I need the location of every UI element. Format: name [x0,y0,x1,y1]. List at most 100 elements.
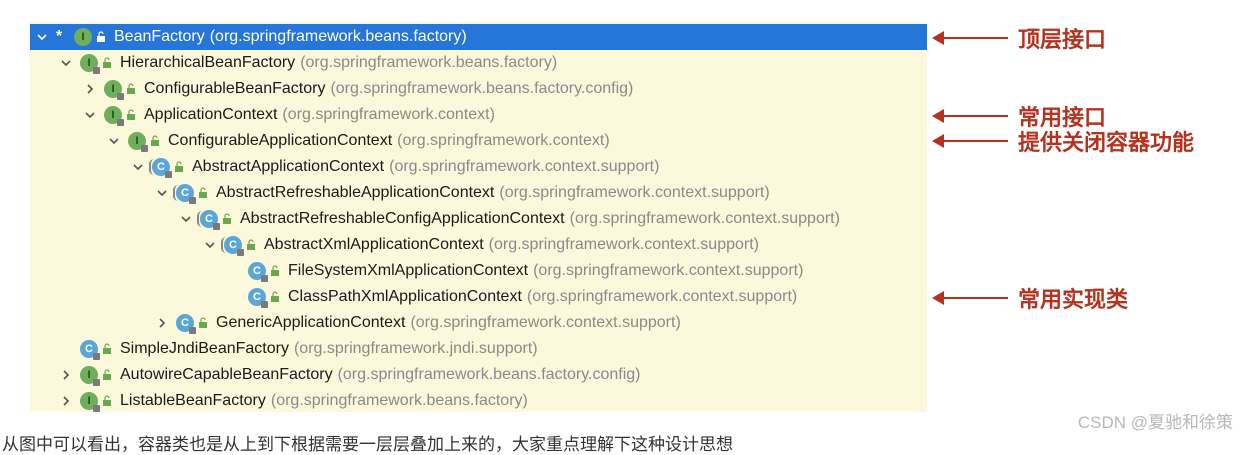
chevron-down-icon[interactable] [82,107,98,123]
arrow-left-icon [932,291,1008,305]
chevron-right-icon[interactable] [82,81,98,97]
tree-row-abstractrefreshableapplicationcontext[interactable]: C AbstractRefreshableApplicationContext … [30,180,927,206]
arrow-left-icon [932,31,1008,45]
tree-row-name: HierarchicalBeanFactory [120,54,296,71]
tree-row-name: ListableBeanFactory [120,392,266,409]
star-marker: * [56,28,63,45]
tree-row-package: (org.springframework.context.support) [488,236,759,253]
tree-row-package: (org.springframework.beans.factory.confi… [330,80,634,97]
tree-row-name: ClassPathXmlApplicationContext [288,288,522,305]
tree-row-package: (org.springframework.context) [282,106,495,123]
interface-icon: I [74,28,92,46]
arrow-left-icon [932,134,1008,148]
arrow-left-icon [932,109,1008,123]
public-visibility-icon [246,239,256,251]
public-visibility-icon [126,83,136,95]
tree-row-abstractxmlapplicationcontext[interactable]: C AbstractXmlApplicationContext (org.spr… [30,232,927,258]
chevron-down-icon[interactable] [58,55,74,71]
chevron-down-icon[interactable] [202,237,218,253]
tree-row-abstractrefreshableconfigapplicationcontext[interactable]: C AbstractRefreshableConfigApplicationCo… [30,206,927,232]
abstract-class-icon: C [221,236,244,256]
class-icon: C [248,262,268,282]
tree-row-name: ConfigurableBeanFactory [144,80,326,97]
chevron-down-icon[interactable] [178,211,194,227]
tree-row-hierarchicalbeanfactory[interactable]: I HierarchicalBeanFactory (org.springfra… [30,50,927,76]
annotation-common-impl: 常用实现类 [932,282,1129,314]
tree-row-name: AbstractApplicationContext [192,158,385,175]
public-visibility-icon [198,187,208,199]
tree-row-package: (org.springframework.context.support) [533,262,804,279]
public-visibility-icon [126,109,136,121]
tree-row-package: (org.springframework.context.support) [526,288,798,305]
watermark: CSDN @夏驰和徐策 [1077,413,1233,432]
annotation-close-feature: 提供关闭容器功能 [932,125,1195,157]
tree-row-package: (org.springframework.beans.factory) [300,54,558,71]
annotation-label: 常用实现类 [1018,287,1129,312]
tree-row-beanfactory[interactable]: * I BeanFactory (org.springframework.bea… [30,24,927,50]
class-icon: C [80,340,100,360]
public-visibility-icon [222,213,232,225]
chevron-right-icon[interactable] [154,315,170,331]
interface-icon: I [128,132,148,152]
public-visibility-icon [102,343,112,355]
public-visibility-icon [102,369,112,381]
tree-row-name: ConfigurableApplicationContext [168,132,393,149]
chevron-right-icon[interactable] [58,367,74,383]
tree-row-filesystemxmlapplicationcontext[interactable]: C FileSystemXmlApplicationContext (org.s… [30,258,927,284]
tree-row-package: (org.springframework.context.support) [569,210,840,227]
tree-row-name: AutowireCapableBeanFactory [120,366,333,383]
type-hierarchy-tree: * I BeanFactory (org.springframework.bea… [30,22,927,412]
tree-row-configurableapplicationcontext[interactable]: I ConfigurableApplicationContext (org.sp… [30,128,927,154]
tree-row-name: AbstractRefreshableConfigApplicationCont… [240,210,565,227]
interface-icon: I [80,54,100,74]
class-icon: C [176,314,196,334]
chevron-down-icon[interactable] [130,159,146,175]
tree-row-name: ApplicationContext [144,106,278,123]
tree-row-name: AbstractXmlApplicationContext [264,236,484,253]
class-icon: C [248,288,268,308]
tree-row-classpathxmlapplicationcontext[interactable]: C ClassPathXmlApplicationContext (org.sp… [30,284,927,310]
tree-row-name: FileSystemXmlApplicationContext [288,262,529,279]
tree-row-genericapplicationcontext[interactable]: C GenericApplicationContext (org.springf… [30,310,927,336]
tree-row-name: AbstractRefreshableApplicationContext [216,184,495,201]
interface-icon: I [104,80,124,100]
tree-row-package: (org.springframework.jndi.support) [293,340,538,357]
tree-row-package: (org.springframework.beans.factory.confi… [337,366,641,383]
tree-row-simplejndibeanfactory[interactable]: C SimpleJndiBeanFactory (org.springframe… [30,336,927,362]
interface-icon: I [104,106,124,126]
abstract-class-icon: C [197,210,220,230]
tree-row-package: (org.springframework.beans.factory) [270,392,528,409]
tree-row-abstractapplicationcontext[interactable]: C AbstractApplicationContext (org.spring… [30,154,927,180]
abstract-class-icon: C [173,184,196,204]
public-visibility-icon [270,265,280,277]
tree-row-name: SimpleJndiBeanFactory [120,340,289,357]
abstract-class-icon: C [149,158,172,178]
public-visibility-icon [174,161,184,173]
chevron-down-icon[interactable] [34,29,50,45]
tree-row-name: GenericApplicationContext [216,314,406,331]
public-visibility-icon [96,31,106,43]
public-visibility-icon [198,317,208,329]
public-visibility-icon [150,135,160,147]
public-visibility-icon [102,57,112,69]
tree-row-applicationcontext[interactable]: I ApplicationContext (org.springframewor… [30,102,927,128]
tree-row-name: BeanFactory [114,28,205,45]
tree-row-package: (org.springframework.context.support) [389,158,660,175]
chevron-down-icon[interactable] [154,185,170,201]
tree-row-package: (org.springframework.context.support) [410,314,681,331]
tree-row-autowirecapablebeanfactory[interactable]: I AutowireCapableBeanFactory (org.spring… [30,362,927,388]
tree-row-package: (org.springframework.beans.factory) [209,28,467,45]
interface-icon: I [80,366,100,386]
chevron-down-icon[interactable] [106,133,122,149]
annotation-top-interface: 顶层接口 [932,22,1107,54]
tree-row-configurablebeanfactory[interactable]: I ConfigurableBeanFactory (org.springfra… [30,76,927,102]
annotation-label: 顶层接口 [1018,27,1107,52]
tree-row-listablebeanfactory[interactable]: I ListableBeanFactory (org.springframewo… [30,388,927,414]
public-visibility-icon [270,291,280,303]
chevron-right-icon[interactable] [58,393,74,409]
tree-row-package: (org.springframework.context) [397,132,610,149]
tree-row-package: (org.springframework.context.support) [499,184,770,201]
caption-text: 从图中可以看出，容器类也是从上到下根据需要一层层叠加上来的，大家重点理解下这种设… [2,435,733,454]
annotation-label: 提供关闭容器功能 [1018,130,1195,155]
public-visibility-icon [102,395,112,407]
